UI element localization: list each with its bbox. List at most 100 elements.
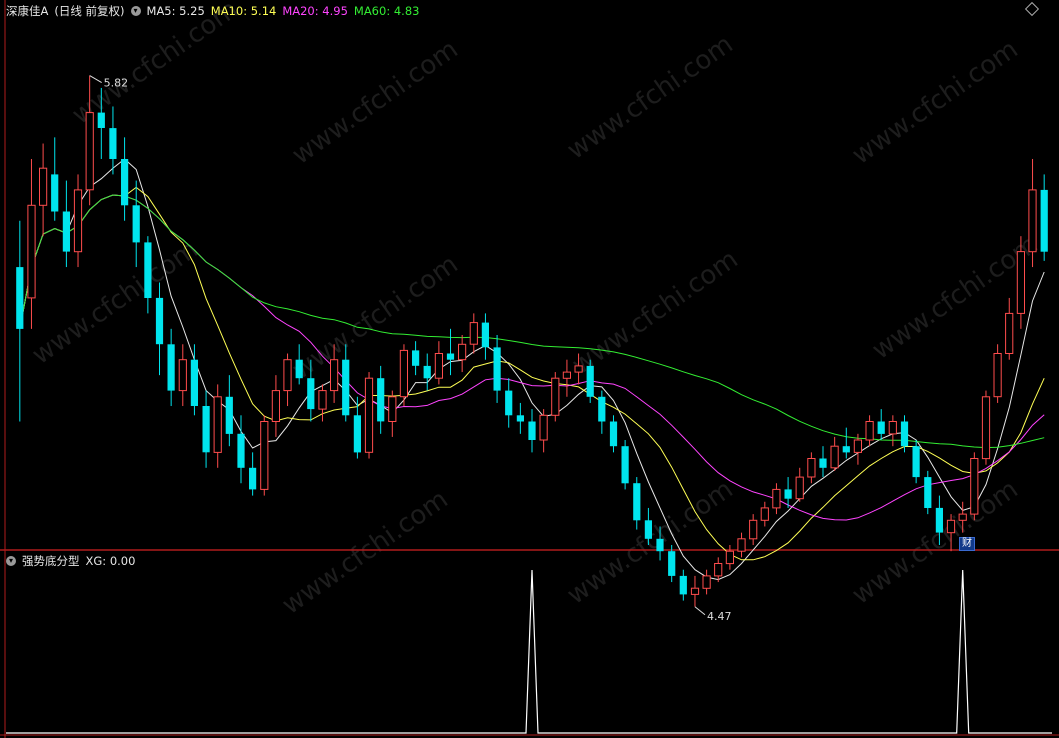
candle-body bbox=[132, 205, 140, 243]
watermark-text: www.cfchi.com bbox=[27, 234, 204, 370]
candle bbox=[388, 390, 397, 437]
candle bbox=[283, 353, 292, 407]
ma20-label: MA20: 4.95 bbox=[282, 4, 348, 18]
candle-body bbox=[1040, 189, 1048, 252]
watermark-text: www.cfchi.com bbox=[67, 0, 244, 131]
candle-body bbox=[690, 587, 700, 595]
candle bbox=[970, 452, 979, 521]
watermark-text: www.cfchi.com bbox=[287, 34, 464, 170]
candle bbox=[981, 390, 991, 465]
candle-body bbox=[16, 267, 24, 329]
candle bbox=[877, 409, 885, 440]
candle-body bbox=[178, 359, 187, 392]
candle bbox=[749, 514, 758, 545]
candle bbox=[469, 313, 478, 354]
candle-body bbox=[109, 128, 117, 159]
candle-body bbox=[679, 575, 687, 595]
candle bbox=[155, 282, 164, 376]
candle bbox=[271, 375, 280, 437]
candle bbox=[213, 384, 222, 468]
candle-body bbox=[1005, 312, 1014, 354]
indicator-name[interactable]: 强势底分型 bbox=[22, 553, 80, 569]
candle-body bbox=[586, 365, 594, 397]
candle bbox=[132, 180, 140, 268]
candle-body bbox=[970, 458, 979, 515]
candle-body bbox=[621, 446, 629, 484]
candle-body bbox=[888, 421, 897, 435]
candle bbox=[27, 158, 36, 329]
candle-body bbox=[249, 467, 257, 490]
candle bbox=[633, 477, 641, 530]
candle-body bbox=[271, 390, 280, 423]
candle-body bbox=[458, 343, 467, 361]
candle-body bbox=[749, 519, 758, 540]
candle bbox=[807, 452, 816, 484]
candle bbox=[690, 575, 700, 607]
candle bbox=[423, 353, 431, 391]
candle-body bbox=[27, 204, 36, 299]
candle bbox=[830, 436, 839, 471]
candle-body bbox=[121, 159, 129, 206]
candle-body bbox=[295, 359, 303, 379]
candle-body bbox=[562, 371, 571, 379]
candle bbox=[586, 359, 594, 403]
candle bbox=[109, 106, 117, 175]
candle-body bbox=[434, 353, 443, 379]
main-chart-header: 深康佳A (日线 前复权) ▾ MA5: 5.25 MA10: 5.14 MA2… bbox=[6, 3, 419, 19]
chevron-down-icon[interactable]: ▾ bbox=[130, 6, 141, 16]
candle-body bbox=[528, 421, 536, 440]
candle bbox=[237, 415, 245, 484]
candle bbox=[318, 384, 327, 422]
event-badge[interactable]: 财 bbox=[959, 537, 975, 551]
candle-body bbox=[784, 489, 792, 499]
candle bbox=[167, 328, 175, 407]
candle-body bbox=[330, 359, 339, 392]
candle bbox=[539, 409, 548, 453]
candle-body bbox=[190, 359, 198, 406]
candle bbox=[121, 137, 129, 221]
candle bbox=[993, 344, 1002, 403]
candle bbox=[225, 375, 233, 447]
candle bbox=[725, 545, 734, 570]
candle bbox=[516, 402, 524, 434]
candle-body bbox=[167, 344, 175, 391]
candle-body bbox=[981, 396, 991, 460]
candle-body bbox=[342, 359, 350, 416]
candle-body bbox=[935, 507, 943, 533]
candle bbox=[737, 532, 746, 558]
candle bbox=[865, 415, 874, 447]
candle-body bbox=[318, 390, 327, 410]
candle bbox=[562, 359, 571, 397]
xg-signal-line bbox=[6, 569, 1052, 734]
watermark-text: www.cfchi.com bbox=[567, 244, 744, 380]
candle bbox=[760, 501, 769, 527]
candle bbox=[795, 467, 804, 502]
candle bbox=[144, 236, 152, 314]
stock-title[interactable]: 深康佳A bbox=[6, 3, 48, 19]
candle bbox=[202, 390, 210, 468]
candle-body bbox=[609, 421, 618, 447]
candle-body bbox=[539, 414, 548, 441]
candle bbox=[353, 396, 361, 459]
watermark-text: www.cfchi.com bbox=[847, 34, 1024, 170]
candle bbox=[364, 372, 374, 459]
candle-body bbox=[656, 538, 664, 552]
period-label[interactable]: (日线 前复权) bbox=[54, 3, 124, 19]
watermark-text: www.cfchi.com bbox=[562, 29, 739, 165]
candle bbox=[39, 143, 48, 237]
candle-body bbox=[946, 519, 956, 534]
candle-body bbox=[1028, 189, 1037, 253]
candle bbox=[1005, 297, 1014, 360]
candle bbox=[1040, 174, 1048, 261]
chevron-down-icon[interactable]: ▾ bbox=[6, 556, 16, 566]
indicator-header: ▾ 强势底分型 XG: 0.00 bbox=[6, 553, 135, 569]
candle-body bbox=[702, 575, 711, 589]
candle-body bbox=[819, 458, 827, 468]
candle-body bbox=[446, 353, 455, 360]
candle-body bbox=[912, 446, 920, 478]
candle-body bbox=[469, 322, 478, 345]
candle bbox=[377, 365, 385, 434]
candle-body bbox=[283, 359, 292, 392]
candle-body bbox=[144, 242, 152, 298]
candle bbox=[446, 328, 455, 376]
